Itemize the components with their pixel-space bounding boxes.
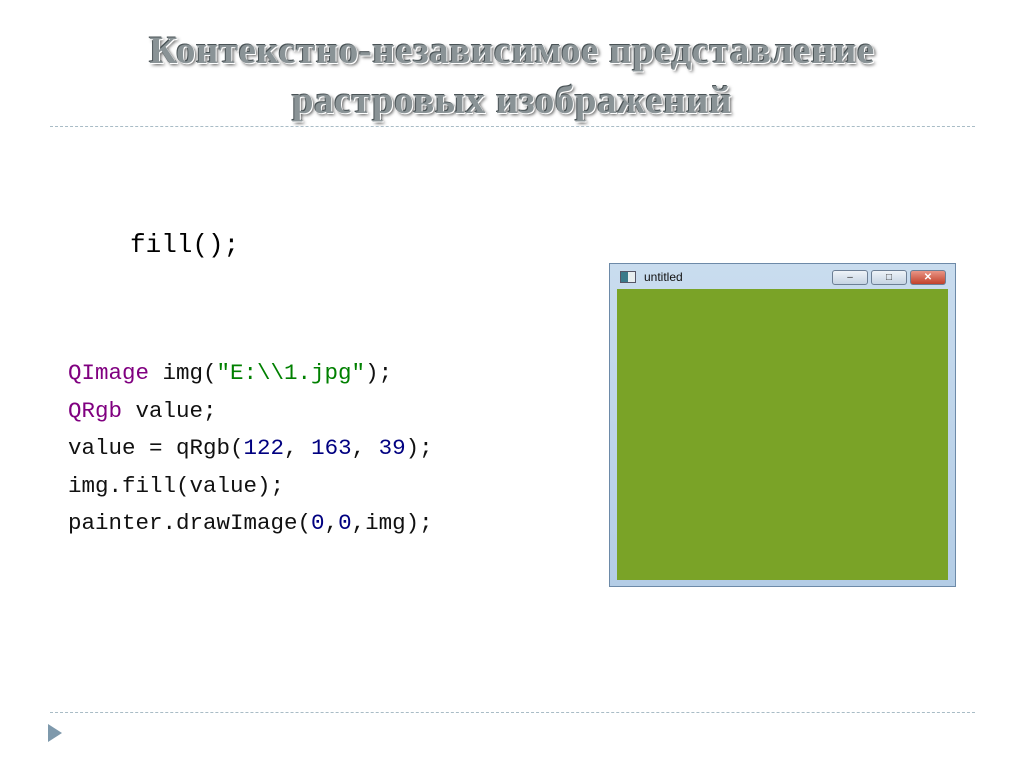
app-window: untitled – □ ✕ (609, 263, 956, 587)
slide-title-line1: Контекстно-независимое представление (149, 29, 875, 72)
slide: Контекстно-независимое представление рас… (0, 0, 1024, 767)
window-title: untitled (644, 270, 683, 284)
code-line: painter.drawImage(0,0,img); (68, 510, 433, 536)
code-line: QImage img("E:\\1.jpg"); (68, 360, 393, 386)
code-line: img.fill(value); (68, 472, 285, 499)
title-divider (50, 126, 975, 127)
maximize-button[interactable]: □ (871, 270, 907, 285)
footer-divider (50, 712, 975, 713)
code-line: value = qRgb(122, 163, 39); (68, 435, 433, 461)
window-app-icon (620, 271, 636, 283)
close-button[interactable]: ✕ (910, 270, 946, 285)
code-line: QRgb value; (68, 397, 217, 424)
code-block: QImage img("E:\\1.jpg"); QRgb value; value… (68, 355, 433, 543)
bullet-arrow-icon (48, 724, 62, 742)
slide-title-line2: растровых изображений (291, 79, 733, 122)
filled-image-canvas (617, 289, 948, 580)
fill-call-text: fill(); (130, 230, 240, 260)
minimize-button[interactable]: – (832, 270, 868, 285)
